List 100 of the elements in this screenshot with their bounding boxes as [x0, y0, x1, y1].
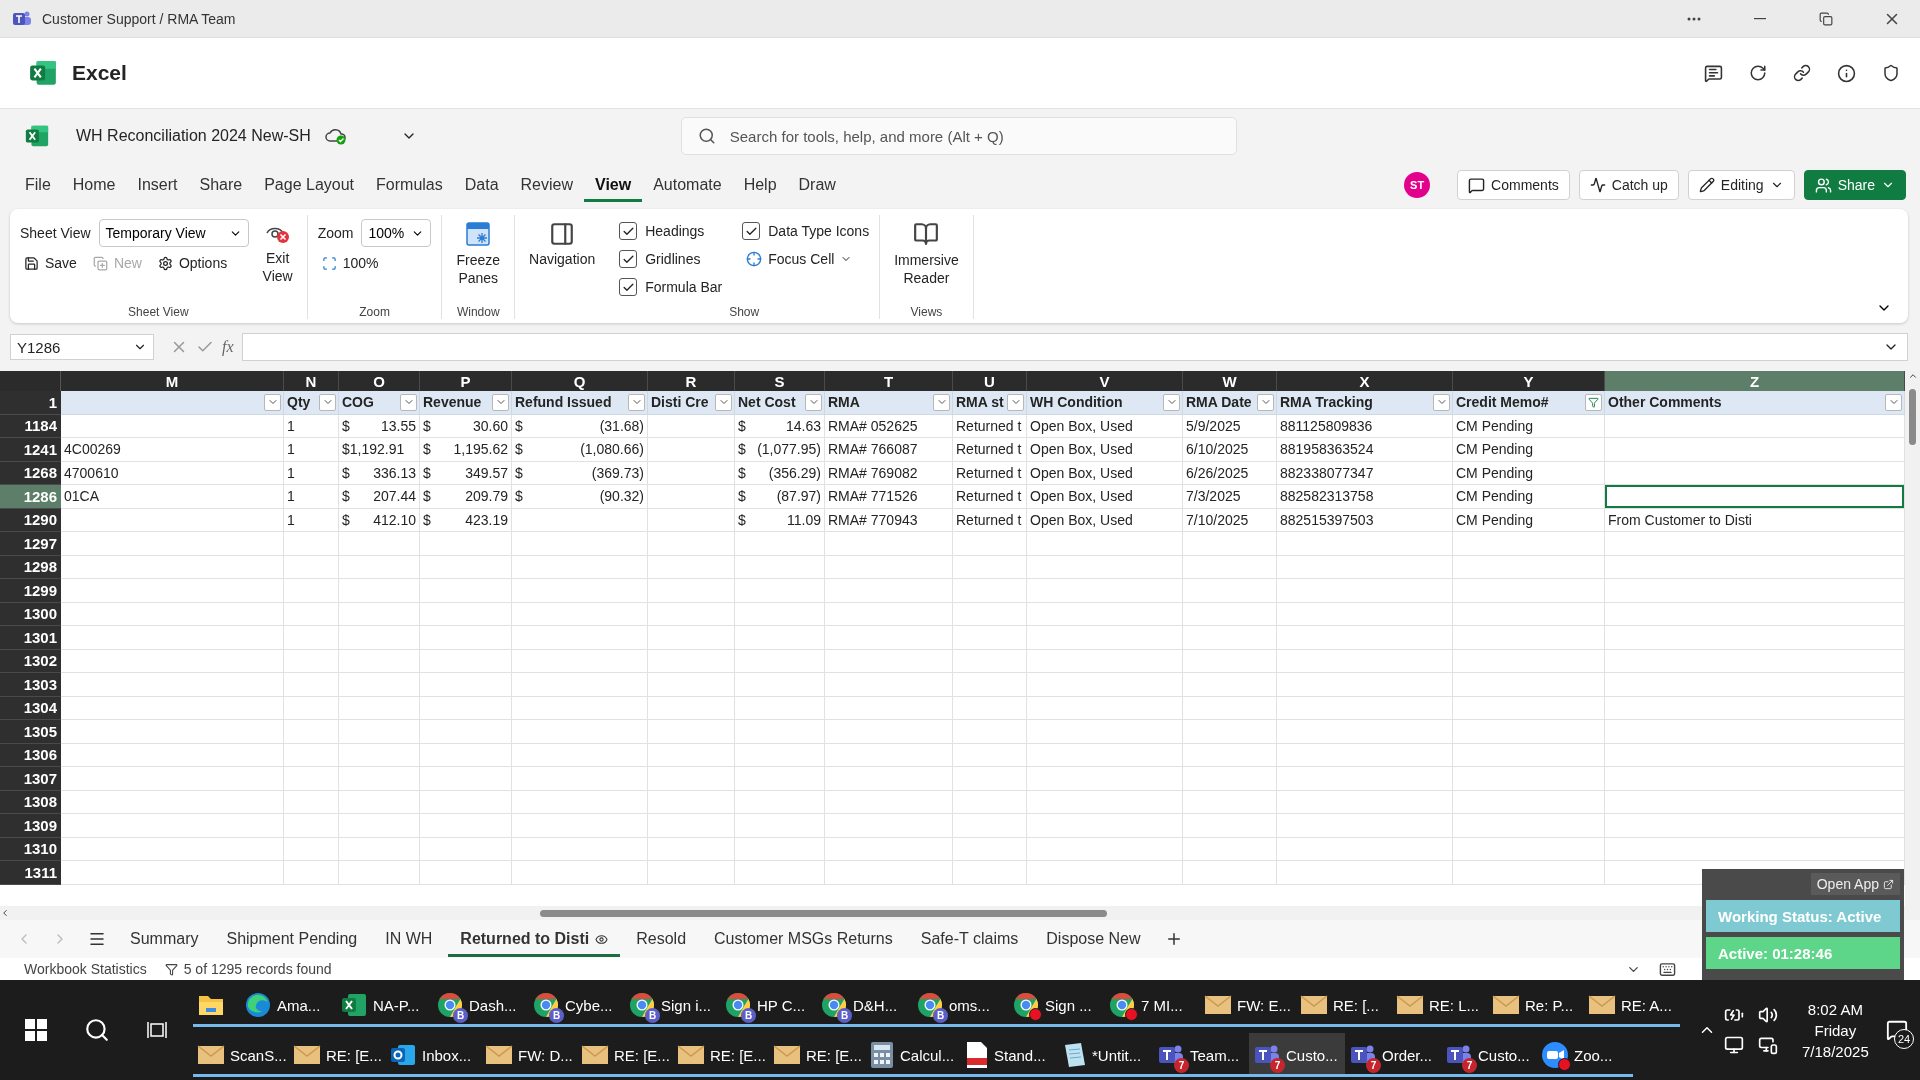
taskbar-button[interactable]: B Dash... [432, 983, 528, 1027]
filter-button[interactable] [1257, 393, 1274, 411]
empty-cell[interactable] [1277, 767, 1453, 791]
empty-cell[interactable] [1605, 790, 1905, 814]
row-number[interactable]: 1310 [0, 837, 61, 861]
column-letter[interactable]: W [1183, 371, 1277, 391]
share-button[interactable]: Share [1803, 170, 1906, 200]
empty-cell[interactable] [512, 626, 648, 650]
immersive-reader-button[interactable]: Immersive Reader [890, 219, 963, 289]
filter-button[interactable] [715, 393, 732, 411]
zoom-reset-button[interactable]: 100% [317, 253, 432, 273]
row-number[interactable]: 1268 [0, 461, 61, 485]
menu-tab[interactable]: Automate [642, 168, 733, 202]
empty-cell[interactable] [1027, 555, 1183, 579]
empty-cell[interactable] [284, 814, 339, 838]
empty-cell[interactable] [512, 673, 648, 697]
empty-cell[interactable] [420, 579, 512, 603]
empty-cell[interactable] [1605, 767, 1905, 791]
taskbar-button[interactable]: Sign ... [1008, 983, 1104, 1027]
volume-icon[interactable] [1758, 1005, 1778, 1025]
empty-cell[interactable] [1277, 555, 1453, 579]
device-icon[interactable] [1758, 1035, 1778, 1055]
empty-cell[interactable] [1453, 790, 1605, 814]
empty-cell[interactable] [1183, 837, 1277, 861]
empty-cell[interactable] [420, 814, 512, 838]
empty-cell[interactable] [1453, 579, 1605, 603]
empty-cell[interactable] [953, 790, 1027, 814]
empty-cell[interactable] [339, 673, 420, 697]
empty-cell[interactable] [735, 673, 825, 697]
row-number[interactable]: 1 [0, 391, 61, 415]
taskbar-button[interactable]: ScanS... [193, 1033, 289, 1077]
taskbar-button[interactable]: RE: A... [1584, 983, 1680, 1027]
row-number[interactable]: 1286 [0, 485, 61, 509]
scrollbar-thumb[interactable] [540, 909, 1107, 917]
taskbar-button[interactable]: Inbox... [385, 1033, 481, 1077]
exit-view-button[interactable]: Exit View [258, 219, 297, 287]
empty-cell[interactable] [825, 602, 953, 626]
empty-cell[interactable] [1605, 555, 1905, 579]
empty-cell[interactable] [512, 743, 648, 767]
formula-input[interactable] [241, 333, 1908, 361]
empty-cell[interactable] [825, 837, 953, 861]
empty-cell[interactable] [953, 837, 1027, 861]
empty-cell[interactable] [1027, 579, 1183, 603]
empty-cell[interactable] [953, 602, 1027, 626]
taskbar-button[interactable]: 7 Custo... [1249, 1033, 1345, 1077]
empty-cell[interactable] [735, 720, 825, 744]
empty-cell[interactable] [735, 743, 825, 767]
empty-cell[interactable] [1027, 696, 1183, 720]
zoom-dropdown[interactable]: 100% [361, 219, 432, 247]
empty-cell[interactable] [420, 649, 512, 673]
row-number[interactable]: 1307 [0, 767, 61, 791]
taskbar-button[interactable]: NA-P... [336, 983, 432, 1027]
filter-button[interactable] [264, 393, 281, 411]
empty-cell[interactable] [512, 602, 648, 626]
taskbar-button[interactable]: RE: [E... [769, 1033, 865, 1077]
menu-tab[interactable]: Page Layout [253, 168, 366, 202]
empty-cell[interactable] [512, 649, 648, 673]
column-letter[interactable]: V [1027, 371, 1183, 391]
empty-cell[interactable] [1605, 649, 1905, 673]
empty-cell[interactable] [1277, 837, 1453, 861]
empty-cell[interactable] [648, 814, 735, 838]
toolbar-button[interactable]: Editing [1687, 170, 1795, 200]
empty-cell[interactable] [284, 532, 339, 556]
empty-cell[interactable] [1027, 767, 1183, 791]
taskbar-button[interactable]: 7 Team... [1153, 1033, 1249, 1077]
toolbar-button[interactable]: Catch up [1578, 170, 1679, 200]
empty-cell[interactable] [953, 532, 1027, 556]
empty-cell[interactable] [648, 508, 735, 532]
empty-cell[interactable] [1027, 814, 1183, 838]
row-number[interactable]: 1297 [0, 532, 61, 556]
empty-cell[interactable] [825, 696, 953, 720]
search-field[interactable]: Search for tools, help, and more (Alt + Q) [727, 126, 1220, 146]
taskbar-button[interactable]: 7 Order... [1345, 1033, 1441, 1077]
row-number[interactable]: 1305 [0, 720, 61, 744]
checkbox-label[interactable]: Data Type Icons [768, 223, 870, 239]
scroll-up-icon[interactable] [1907, 371, 1918, 381]
empty-cell[interactable] [735, 837, 825, 861]
empty-cell[interactable] [1277, 532, 1453, 556]
selected-cell[interactable] [1605, 485, 1905, 509]
row-number[interactable]: 1309 [0, 814, 61, 838]
filter-button[interactable] [805, 393, 822, 411]
empty-cell[interactable] [1605, 438, 1905, 462]
empty-cell[interactable] [825, 743, 953, 767]
menu-tab[interactable]: Insert [126, 168, 189, 202]
empty-cell[interactable] [1605, 414, 1905, 438]
empty-cell[interactable] [735, 626, 825, 650]
empty-cell[interactable] [953, 626, 1027, 650]
empty-cell[interactable] [1277, 626, 1453, 650]
column-letter[interactable]: M [61, 371, 284, 391]
empty-cell[interactable] [825, 673, 953, 697]
taskbar-button[interactable]: FW: E... [1200, 983, 1296, 1027]
empty-cell[interactable] [1453, 720, 1605, 744]
empty-cell[interactable] [420, 743, 512, 767]
empty-cell[interactable] [1605, 602, 1905, 626]
taskbar-button[interactable]: RE: [E... [673, 1033, 769, 1077]
empty-cell[interactable] [735, 767, 825, 791]
windows-start-button[interactable] [24, 1019, 47, 1041]
empty-cell[interactable] [1183, 861, 1277, 885]
row-number[interactable]: 1300 [0, 602, 61, 626]
empty-cell[interactable] [648, 790, 735, 814]
